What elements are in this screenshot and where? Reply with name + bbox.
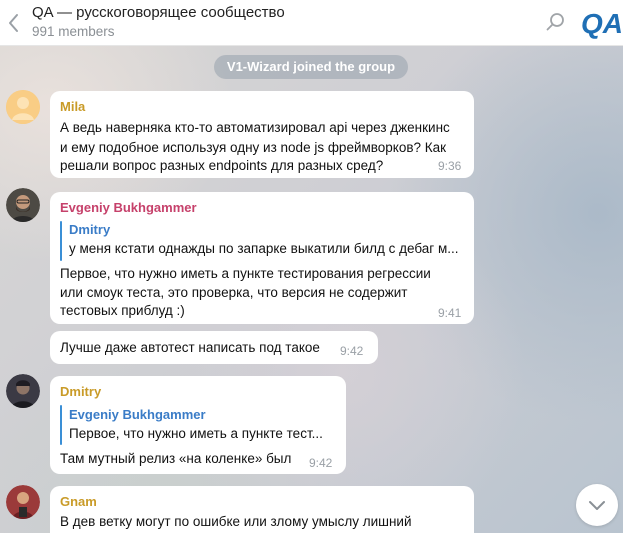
message-bubble[interactable]: Лучше даже автотест написать под такое 9… <box>50 331 378 364</box>
chat-header: QA — русскоговорящее сообщество 991 memb… <box>0 0 623 46</box>
avatar-dmitry[interactable] <box>6 374 40 408</box>
chevron-down-icon <box>589 501 605 510</box>
chat-title[interactable]: QA — русскоговорящее сообщество <box>32 4 285 21</box>
member-count: 991 members <box>32 24 115 39</box>
user-photo-icon <box>6 188 40 222</box>
user-photo-icon <box>6 374 40 408</box>
reply-bar <box>60 405 62 445</box>
reply-sender[interactable]: Dmitry <box>69 222 110 237</box>
message-sender[interactable]: Evgeniy Bukhgammer <box>60 200 197 215</box>
message-time: 9:41 <box>438 306 462 320</box>
message-text-line: Первое, что нужно иметь а пункте тестиро… <box>60 266 431 281</box>
search-icon[interactable] <box>544 10 568 34</box>
message-time: 9:42 <box>340 344 364 358</box>
message-text-line: решали вопрос разных endpoints для разны… <box>60 158 384 173</box>
reply-text[interactable]: у меня кстати однажды по запарке выкатил… <box>69 241 459 256</box>
message-text-line: Лучше даже автотест написать под такое <box>60 340 320 355</box>
user-placeholder-icon <box>6 90 40 124</box>
reply-bar <box>60 221 62 261</box>
group-logo-text: QA <box>582 8 622 39</box>
message-text-line: В дев ветку могут по ошибке или злому ум… <box>60 514 412 529</box>
group-logo[interactable]: QA <box>582 3 622 41</box>
back-chevron-icon[interactable] <box>4 10 24 36</box>
avatar-mila[interactable] <box>6 90 40 124</box>
message-text-line: А ведь наверняка кто-то автоматизировал … <box>60 120 450 135</box>
message-text-line: Там мутный релиз «на коленке» был <box>60 451 292 466</box>
user-photo-icon <box>6 485 40 519</box>
message-time: 9:36 <box>438 159 462 173</box>
message-sender[interactable]: Gnam <box>60 494 97 509</box>
message-bubble[interactable]: Evgeniy Bukhgammer Dmitry у меня кстати … <box>50 192 474 324</box>
service-message: V1-Wizard joined the group <box>214 55 408 79</box>
message-text-line: тестовых приблуд :) <box>60 303 185 318</box>
scroll-to-bottom-button[interactable] <box>576 484 618 526</box>
reply-text[interactable]: Первое, что нужно иметь а пункте тест... <box>69 426 323 441</box>
message-bubble[interactable]: Mila А ведь наверняка кто-то автоматизир… <box>50 91 474 178</box>
avatar-evgeniy[interactable] <box>6 188 40 222</box>
message-sender[interactable]: Dmitry <box>60 384 101 399</box>
avatar-gnam[interactable] <box>6 485 40 519</box>
message-sender[interactable]: Mila <box>60 99 85 114</box>
message-bubble[interactable]: Gnam В дев ветку могут по ошибке или зло… <box>50 486 474 533</box>
message-time: 9:42 <box>309 456 333 470</box>
reply-sender[interactable]: Evgeniy Bukhgammer <box>69 407 206 422</box>
message-bubble[interactable]: Dmitry Evgeniy Bukhgammer Первое, что ну… <box>50 376 346 474</box>
